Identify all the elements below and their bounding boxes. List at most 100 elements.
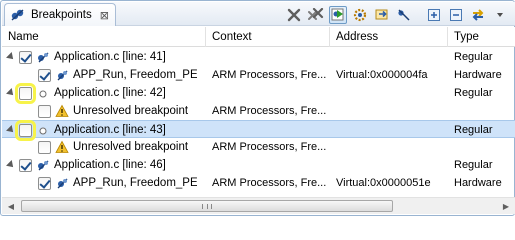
installed-breakpoint-icon: [57, 178, 68, 189]
collapse-all-icon: [450, 8, 462, 21]
type-cell: [454, 138, 514, 156]
column-header-name[interactable]: Name: [2, 27, 206, 47]
remove-all-breakpoints-icon: [308, 7, 324, 20]
breakpoint-name: APP_Run, Freedom_PE: [73, 69, 197, 81]
breakpoint-enabled-checkbox[interactable]: [19, 158, 32, 172]
context-cell: [212, 48, 330, 66]
go-to-file-icon: [353, 8, 367, 21]
table-header: Name Context Address Type: [2, 27, 515, 47]
tab-breakpoints[interactable]: Breakpoints ⊠: [4, 3, 116, 26]
expand-triangle-icon[interactable]: [6, 53, 15, 62]
breakpoint-name: Application.c [line: 46]: [54, 159, 166, 171]
installed-breakpoint-icon: [57, 70, 68, 81]
scroll-left-arrow-icon[interactable]: ◀: [3, 199, 19, 213]
address-cell: [336, 156, 448, 174]
name-cell: Application.c [line: 43]: [6, 119, 166, 141]
context-cell: [212, 121, 330, 139]
context-cell: ARM Processors, Fre...: [212, 105, 327, 117]
table-row[interactable]: Application.c [line: 41] Regular: [2, 48, 515, 66]
table-row[interactable]: Unresolved breakpoint ARM Processors, Fre…: [2, 138, 515, 156]
name-cell: Application.c [line: 46]: [6, 156, 166, 174]
link-with-debug-view-icon: [398, 8, 410, 21]
column-header-address[interactable]: Address: [330, 27, 448, 47]
link-editor-icon: [472, 8, 484, 21]
name-cell: Unresolved breakpoint: [38, 102, 197, 120]
skip-all-breakpoints-icon: [375, 9, 388, 19]
context-cell: [212, 156, 330, 174]
type-cell: Regular: [454, 87, 493, 99]
breakpoints-table: Name Context Address Type Application.c …: [2, 27, 515, 199]
address-cell: [336, 121, 448, 139]
expand-all-icon: [428, 8, 440, 21]
breakpoint-enabled-checkbox[interactable]: [38, 104, 51, 118]
table-row[interactable]: Application.c [line: 42] Regular: [2, 82, 515, 104]
disabled-breakpoint-icon: [39, 127, 47, 135]
breakpoint-name: Application.c [line: 43]: [54, 124, 166, 136]
link-with-debug-view-button[interactable]: [395, 6, 413, 24]
address-cell: [336, 48, 448, 66]
breakpoint-enabled-checkbox[interactable]: [19, 50, 32, 64]
view-toolbar: [285, 5, 509, 24]
address-cell: Virtual:0x000004fa: [336, 69, 428, 81]
remove-breakpoint-button[interactable]: [285, 6, 303, 24]
view-header: Breakpoints ⊠: [2, 2, 515, 26]
table-row[interactable]: APP_Run, Freedom_PE ARM Processors, Fre..…: [2, 174, 515, 192]
link-editor-button[interactable]: [469, 6, 487, 24]
line-breakpoint-icon: [38, 160, 49, 171]
address-cell: Virtual:0x0000051e: [336, 177, 431, 189]
warning-icon: [55, 140, 69, 153]
type-cell: Hardware: [454, 69, 502, 81]
context-cell: ARM Processors, Fre...: [212, 69, 327, 81]
context-cell: ARM Processors, Fre...: [212, 177, 327, 189]
context-cell: [212, 84, 330, 102]
table-row[interactable]: Application.c [line: 46] Regular: [2, 156, 515, 174]
table-row[interactable]: Unresolved breakpoint ARM Processors, Fre…: [2, 102, 515, 120]
scrollbar-grip-icon: [202, 204, 212, 209]
name-cell: APP_Run, Freedom_PE: [38, 66, 197, 84]
remove-breakpoint-icon: [287, 8, 301, 21]
name-cell: Application.c [line: 42]: [6, 82, 166, 104]
breakpoints-view: Breakpoints ⊠ Name Context Address Type …: [0, 0, 515, 216]
name-cell: Unresolved breakpoint: [38, 138, 197, 156]
skip-all-breakpoints-button[interactable]: [373, 6, 391, 24]
show-supported-breakpoints-icon: [331, 8, 344, 20]
scrollbar-thumb[interactable]: [21, 200, 393, 212]
type-cell: Regular: [454, 159, 493, 171]
column-header-context[interactable]: Context: [206, 27, 330, 47]
breakpoint-enabled-checkbox[interactable]: [38, 140, 51, 154]
table-body: Application.c [line: 41] Regular APP_Run, …: [2, 48, 515, 192]
name-cell: APP_Run, Freedom_PE: [38, 174, 197, 192]
expand-triangle-icon[interactable]: [6, 126, 15, 135]
scroll-right-arrow-icon[interactable]: ▶: [498, 199, 514, 213]
breakpoint-name: APP_Run, Freedom_PE: [73, 177, 197, 189]
column-header-type[interactable]: Type: [448, 27, 515, 47]
show-supported-breakpoints-button[interactable]: [329, 5, 347, 24]
expand-triangle-icon[interactable]: [6, 161, 15, 170]
collapse-all-button[interactable]: [447, 6, 465, 24]
view-menu-button[interactable]: [491, 6, 509, 24]
type-cell: Regular: [454, 51, 493, 63]
type-cell: Hardware: [454, 177, 502, 189]
breakpoint-enabled-checkbox[interactable]: [38, 176, 51, 190]
table-row[interactable]: APP_Run, Freedom_PE ARM Processors, Fre..…: [2, 66, 515, 84]
expand-triangle-icon[interactable]: [6, 89, 15, 98]
breakpoint-enabled-checkbox[interactable]: [15, 82, 36, 104]
view-menu-icon: [497, 12, 503, 17]
breakpoint-name: Unresolved breakpoint: [73, 141, 189, 153]
disabled-breakpoint-icon: [39, 90, 47, 98]
expand-all-button[interactable]: [425, 6, 443, 24]
type-cell: [454, 102, 514, 120]
address-cell: [336, 102, 448, 120]
close-icon[interactable]: ⊠: [100, 9, 109, 22]
remove-all-breakpoints-button[interactable]: [307, 6, 325, 24]
horizontal-scrollbar[interactable]: ◀ ▶: [2, 197, 515, 214]
breakpoint-enabled-checkbox[interactable]: [38, 68, 51, 82]
go-to-file-button[interactable]: [351, 6, 369, 24]
breakpoint-name: Application.c [line: 42]: [54, 87, 166, 99]
table-row[interactable]: Application.c [line: 43] Regular: [2, 119, 515, 141]
breakpoint-name: Unresolved breakpoint: [73, 105, 189, 117]
context-cell: ARM Processors, Fre...: [212, 141, 327, 153]
type-cell: Regular: [454, 124, 493, 136]
breakpoint-enabled-checkbox[interactable]: [15, 119, 36, 141]
breakpoint-name: Application.c [line: 41]: [54, 51, 166, 63]
